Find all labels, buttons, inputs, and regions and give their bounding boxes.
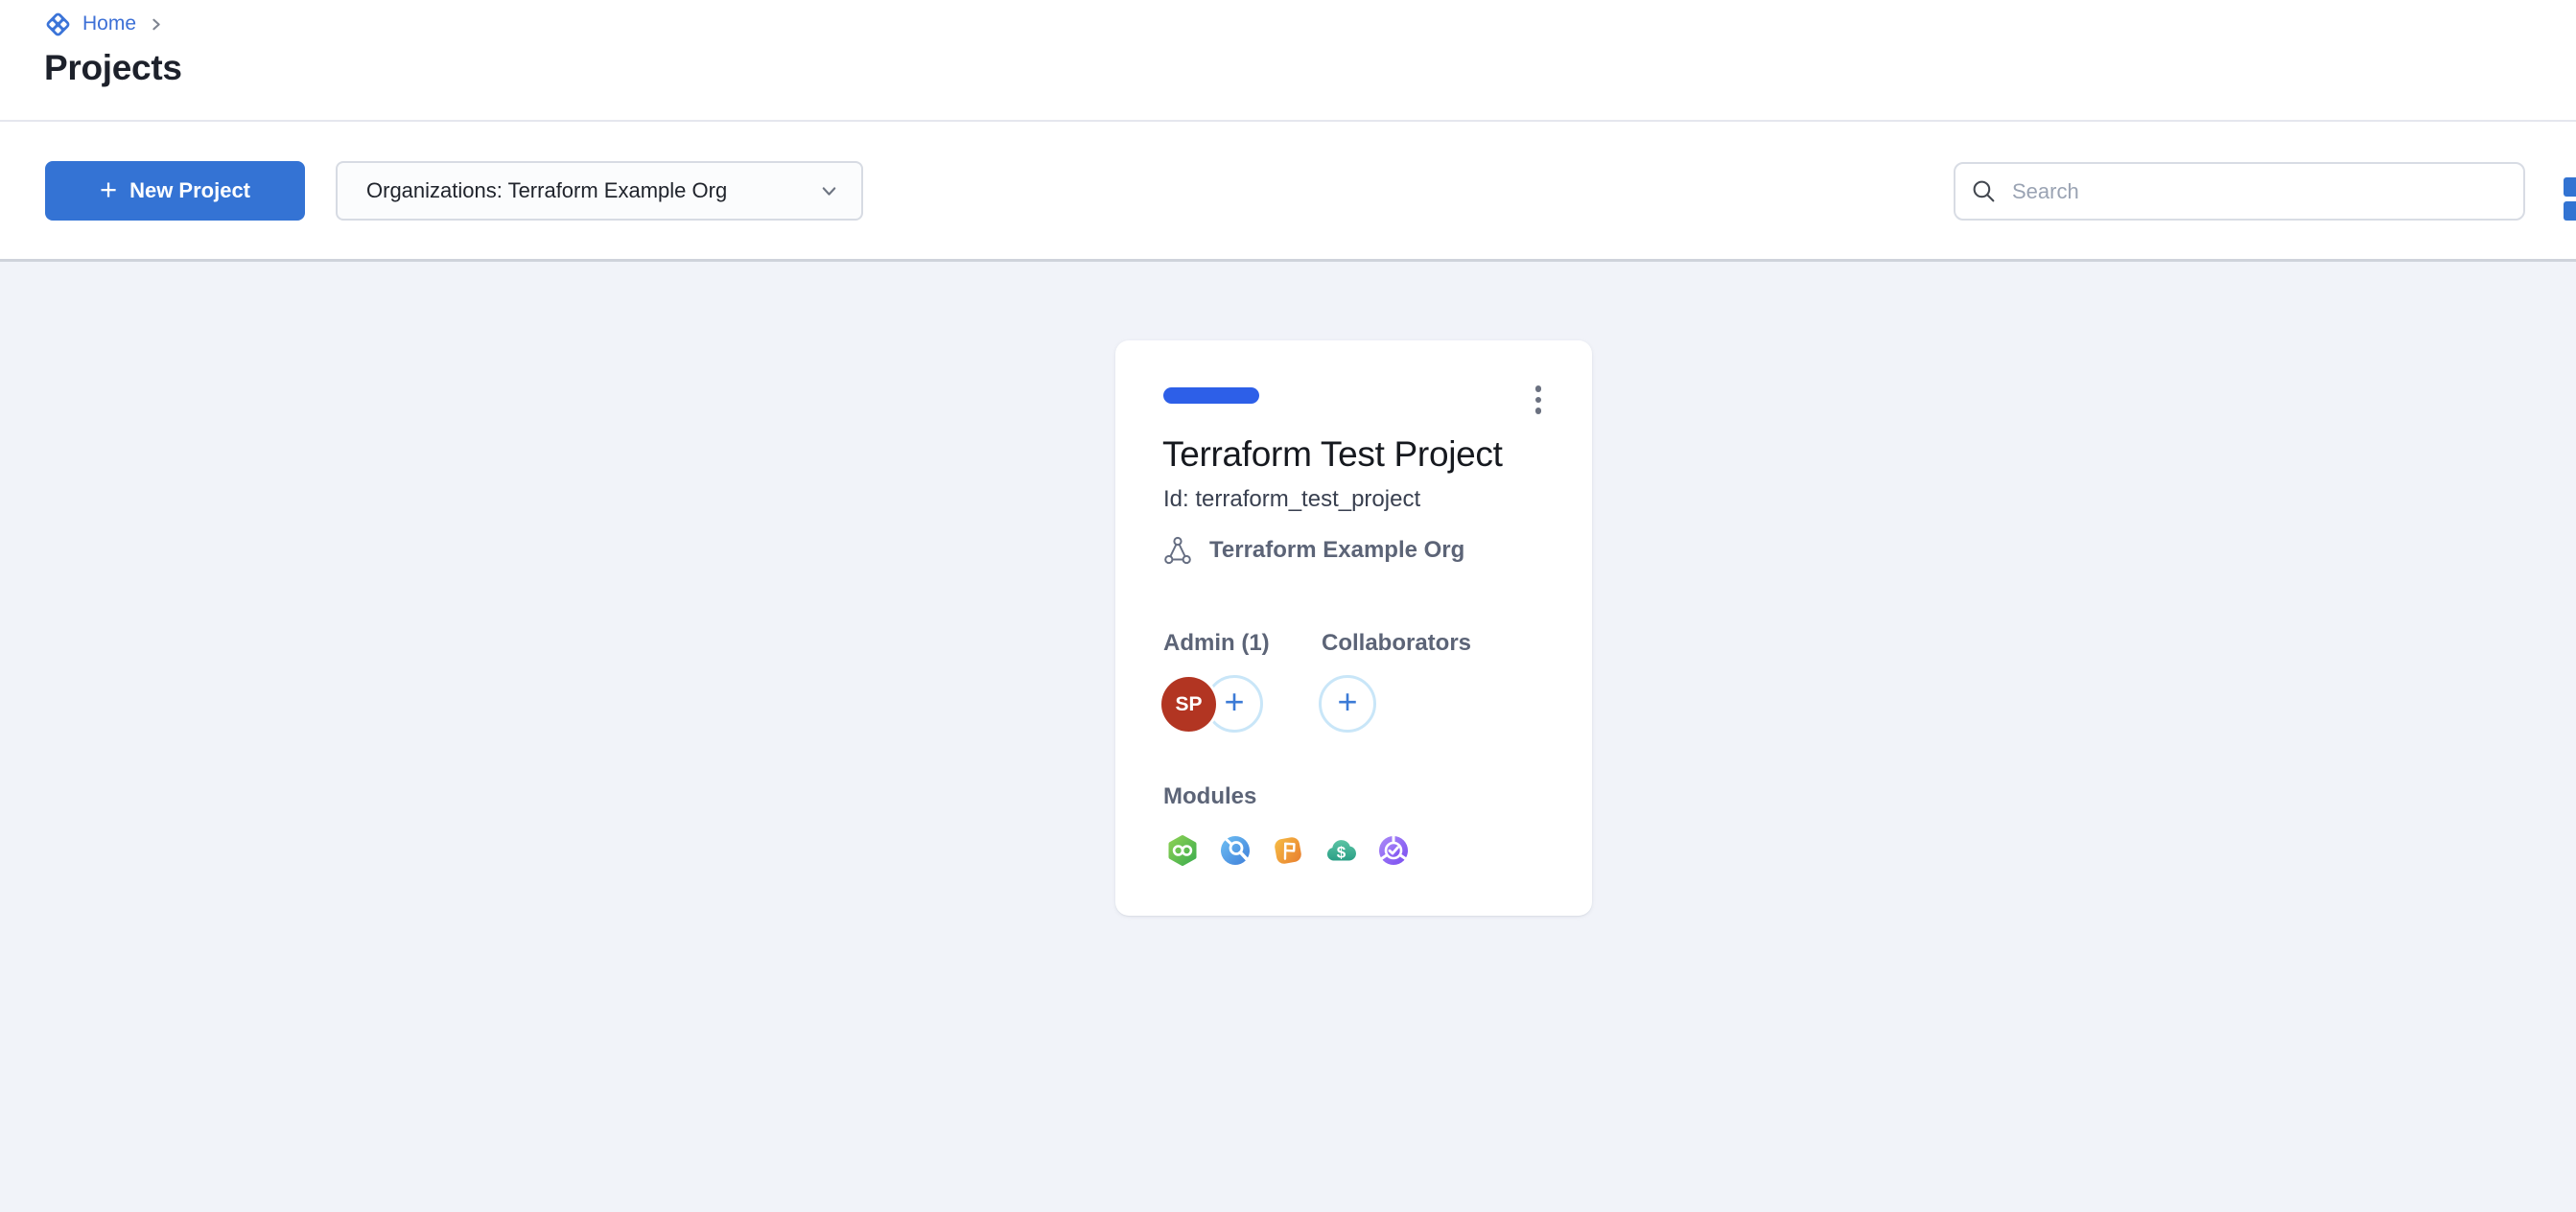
search-box (1954, 162, 2525, 221)
admin-label: Admin (1) (1163, 630, 1270, 657)
main-content: Terraform Test Project Id: terraform_tes… (0, 262, 2576, 1212)
organization-filter-value: Organizations: Terraform Example Org (366, 178, 727, 203)
page-title: Projects (44, 48, 182, 88)
modules-label: Modules (1163, 783, 1256, 810)
breadcrumb: Home (44, 9, 165, 39)
search-icon (1971, 178, 1997, 204)
new-project-label: New Project (129, 178, 250, 203)
hexagon-infinity-icon (1165, 833, 1200, 868)
svg-text:$: $ (1337, 844, 1347, 862)
chevron-down-icon (818, 180, 840, 202)
project-card[interactable]: Terraform Test Project Id: terraform_tes… (1115, 340, 1592, 916)
kebab-icon (1535, 385, 1542, 392)
organization-icon (1163, 535, 1192, 566)
organization-name: Terraform Example Org (1209, 537, 1464, 564)
cloud-dollar-icon: $ (1323, 833, 1358, 868)
donut-check-icon (1376, 833, 1411, 868)
circle-search-icon (1218, 833, 1253, 868)
plus-icon: + (1337, 685, 1357, 719)
breadcrumb-chevron-icon (147, 15, 165, 34)
search-input[interactable] (2012, 179, 2508, 204)
project-title[interactable]: Terraform Test Project (1162, 434, 1503, 475)
app-logo-icon[interactable] (44, 11, 72, 38)
organization-filter-dropdown[interactable]: Organizations: Terraform Example Org (336, 161, 863, 221)
header-divider (0, 120, 2576, 122)
collaborators-label: Collaborators (1322, 630, 1471, 657)
organization-row: Terraform Example Org (1163, 535, 1464, 566)
project-color-pill (1163, 387, 1259, 404)
grid-view-icon (2564, 177, 2576, 197)
plus-icon: + (1224, 685, 1244, 719)
card-menu-button[interactable] (1519, 375, 1557, 425)
flag-icon (1271, 833, 1305, 868)
modules-row: $ (1165, 833, 1411, 868)
new-project-button[interactable]: + New Project (45, 161, 305, 221)
admin-avatar[interactable]: SP (1161, 677, 1216, 732)
add-collaborator-button[interactable]: + (1319, 675, 1376, 733)
project-id: Id: terraform_test_project (1163, 486, 1420, 513)
grid-view-toggle[interactable] (2564, 177, 2576, 221)
breadcrumb-home-link[interactable]: Home (82, 12, 136, 35)
plus-icon: + (100, 175, 117, 204)
